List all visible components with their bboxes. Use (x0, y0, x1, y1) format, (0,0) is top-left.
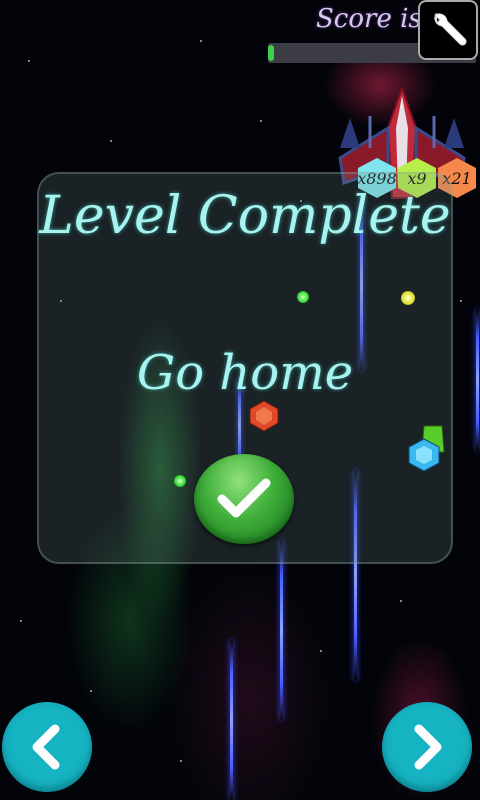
blue-gem-icon (408, 438, 440, 472)
wrench-icon (434, 12, 467, 46)
go-home-label[interactable]: Go home (37, 345, 453, 401)
checkmark-icon (217, 478, 271, 518)
dialog-title: Level Complete (39, 186, 451, 246)
level-progress-fill (268, 45, 275, 61)
confirm-button[interactable] (194, 454, 294, 544)
energy-orb (297, 291, 309, 303)
chevron-right-icon (414, 724, 442, 770)
laser-beam (230, 640, 233, 800)
next-button[interactable] (382, 702, 472, 792)
laser-beam (476, 310, 479, 450)
chevron-left-icon (32, 724, 60, 770)
previous-button[interactable] (2, 702, 92, 792)
red-gem-icon (249, 400, 279, 432)
energy-orb (401, 291, 415, 305)
energy-orb (174, 475, 186, 487)
settings-button[interactable] (418, 0, 478, 60)
laser-beam (280, 540, 283, 720)
